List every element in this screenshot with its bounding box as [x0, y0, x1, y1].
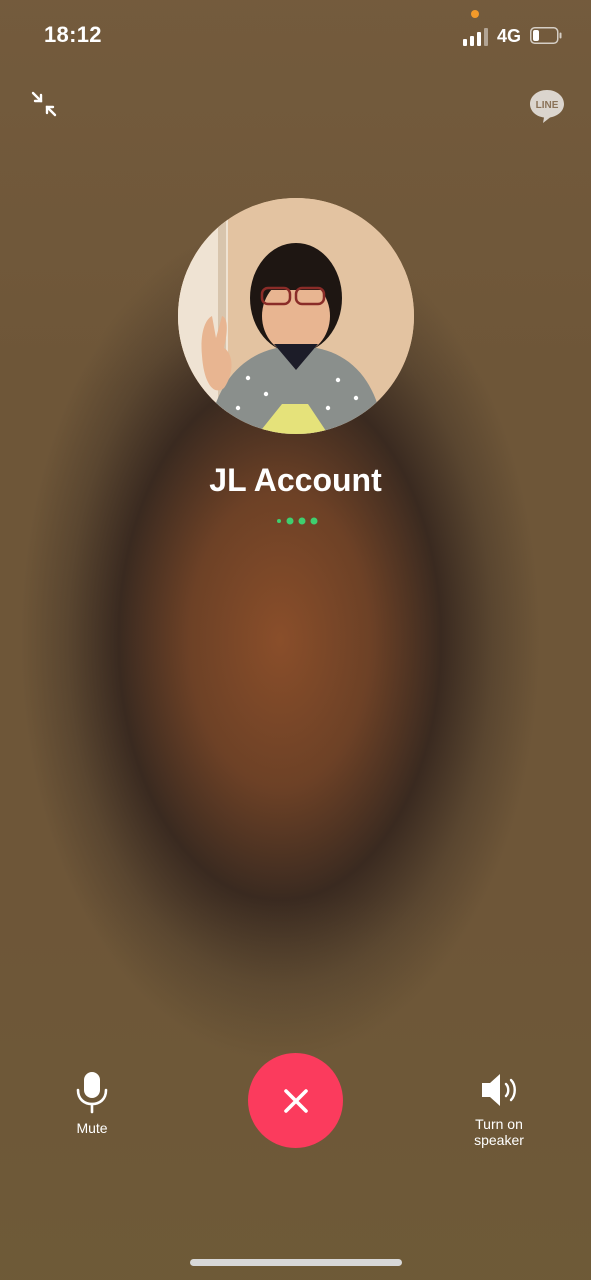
- mute-label: Mute: [76, 1120, 108, 1136]
- end-call-button[interactable]: [248, 1053, 343, 1148]
- status-time: 18:12: [44, 22, 102, 47]
- svg-text:LINE: LINE: [536, 100, 559, 111]
- minimize-button[interactable]: [28, 88, 60, 120]
- microphone-icon: [76, 1072, 108, 1114]
- network-type: 4G: [497, 26, 522, 46]
- home-indicator[interactable]: [190, 1259, 402, 1266]
- avatar-photo: [178, 198, 414, 434]
- connecting-indicator: [277, 517, 318, 525]
- mute-button[interactable]: Mute: [52, 1070, 132, 1136]
- speaker-button[interactable]: Turn on speaker: [456, 1070, 542, 1148]
- cell-signal-icon: [463, 28, 488, 46]
- speaker-icon: [482, 1074, 516, 1106]
- battery-icon: [530, 27, 562, 44]
- close-icon: [283, 1088, 308, 1113]
- minimize-icon: [31, 91, 57, 117]
- line-logo-button[interactable]: LINE: [528, 88, 566, 124]
- speaker-label: Turn on speaker: [474, 1116, 524, 1148]
- caller-avatar: [178, 198, 414, 434]
- status-bar: 18:12 4G: [0, 0, 591, 72]
- line-logo-icon: LINE: [530, 90, 564, 123]
- caller-name: JL Account: [209, 462, 382, 498]
- privacy-indicator-dot: [471, 10, 479, 18]
